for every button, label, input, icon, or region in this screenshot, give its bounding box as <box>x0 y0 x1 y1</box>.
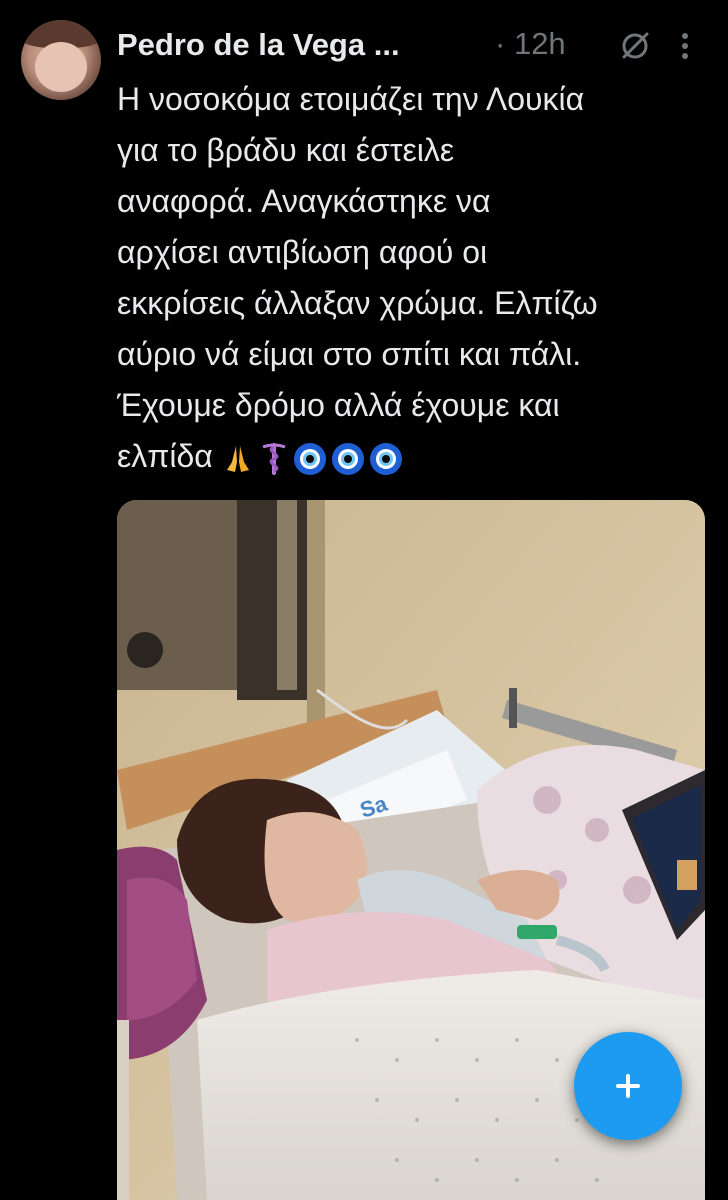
separator-dot: · <box>495 26 506 61</box>
grok-icon[interactable] <box>617 28 653 64</box>
nazar-eye-icon <box>331 442 364 475</box>
timestamp[interactable]: · 12h <box>495 26 566 62</box>
more-options-icon[interactable] <box>677 30 693 62</box>
emoji-row <box>221 441 403 477</box>
pray-icon <box>226 445 249 472</box>
compose-fab-button[interactable] <box>574 1032 682 1140</box>
tweet-text: Η νοσοκόμα ετοιμάζει την Λουκία για το β… <box>117 74 707 482</box>
caduceus-icon <box>262 442 286 475</box>
tweet-header: Pedro de la Vega ... · 12h <box>117 22 708 68</box>
time-ago: 12h <box>513 26 566 61</box>
plus-icon <box>616 1074 640 1098</box>
tweet-text-content: Η νοσοκόμα ετοιμάζει την Λουκία για το β… <box>117 81 598 474</box>
tweet[interactable]: Pedro de la Vega ... · 12h Η νοσοκόμα ετ… <box>0 0 728 1200</box>
author-name[interactable]: Pedro de la Vega ... <box>117 27 400 63</box>
avatar[interactable] <box>21 20 101 100</box>
nazar-eye-icon <box>369 442 402 475</box>
nazar-eye-icon <box>293 442 326 475</box>
